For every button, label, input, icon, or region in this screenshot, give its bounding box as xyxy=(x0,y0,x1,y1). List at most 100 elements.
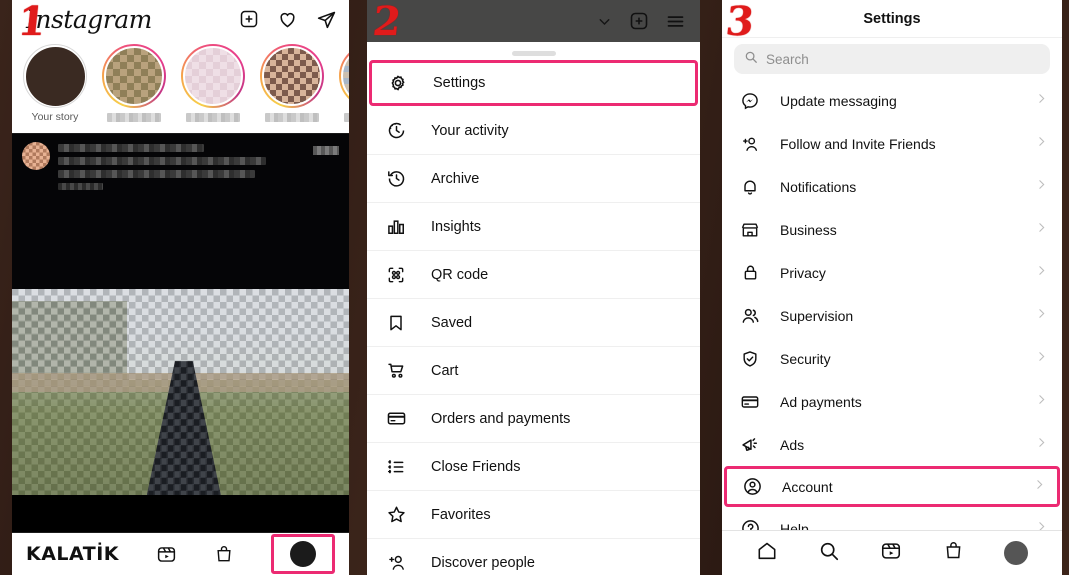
menu-item-label: Insights xyxy=(431,218,481,235)
post-footer xyxy=(12,495,349,532)
settings-item-label: Supervision xyxy=(780,307,854,324)
story-item[interactable] xyxy=(180,42,246,122)
dimmed-header xyxy=(367,0,700,42)
menu-item-label: Your activity xyxy=(431,122,509,139)
panel-instagram-feed: Instagram Your story KALATİK xyxy=(12,0,349,575)
shop-icon[interactable] xyxy=(943,540,964,566)
menu-item-your-activity[interactable]: Your activity xyxy=(367,107,700,155)
avatar xyxy=(262,46,322,106)
add-post-icon[interactable] xyxy=(239,9,259,29)
avatar xyxy=(341,46,349,106)
story-label xyxy=(186,113,240,122)
search-placeholder: Search xyxy=(766,51,809,67)
story-item[interactable] xyxy=(101,42,167,122)
settings-item-ad-payments[interactable]: Ad payments xyxy=(722,380,1062,423)
menu-item-favorites[interactable]: Favorites xyxy=(367,491,700,539)
stories-tray[interactable]: Your story xyxy=(12,38,349,134)
story-ring xyxy=(102,44,166,108)
settings-item-account[interactable]: Account xyxy=(724,466,1060,507)
gear-icon xyxy=(385,73,411,93)
drag-handle[interactable] xyxy=(511,51,556,56)
reels-icon[interactable] xyxy=(880,540,902,567)
settings-item-label: Ad payments xyxy=(780,393,862,410)
settings-item-ads[interactable]: Ads xyxy=(722,423,1062,466)
person-plus-icon xyxy=(383,552,409,573)
search-icon xyxy=(744,50,758,69)
story-item[interactable] xyxy=(259,42,325,122)
chevron-right-icon xyxy=(1033,478,1046,496)
story-ring xyxy=(23,44,87,108)
menu-item-settings[interactable]: Settings xyxy=(369,60,698,106)
account-circle-icon xyxy=(740,476,764,497)
add-post-icon[interactable] xyxy=(629,11,649,31)
profile-avatar[interactable] xyxy=(289,541,316,567)
settings-item-security[interactable]: Security xyxy=(722,337,1062,380)
bottom-nav-bar xyxy=(722,530,1062,575)
post-meta-blurred xyxy=(313,146,339,155)
menu-item-orders-and-payments[interactable]: Orders and payments xyxy=(367,395,700,443)
messenger-send-icon[interactable] xyxy=(316,9,337,30)
menu-item-close-friends[interactable]: Close Friends xyxy=(367,443,700,491)
chevron-right-icon xyxy=(1035,393,1048,411)
menu-item-cart[interactable]: Cart xyxy=(367,347,700,395)
panel-settings: Settings Search Update messaging Follow … xyxy=(722,0,1062,575)
settings-item-follow-and-invite-friends[interactable]: Follow and Invite Friends xyxy=(722,122,1062,165)
chevron-down-icon[interactable] xyxy=(596,13,613,30)
chevron-right-icon xyxy=(1035,436,1048,454)
menu-item-insights[interactable]: Insights xyxy=(367,203,700,251)
shield-check-icon xyxy=(738,349,762,369)
menu-item-label: Orders and payments xyxy=(431,410,571,427)
archive-history-icon xyxy=(383,168,409,189)
settings-item-update-messaging[interactable]: Update messaging xyxy=(722,79,1062,122)
search-icon[interactable] xyxy=(818,540,840,567)
screenshot-stage: Instagram Your story KALATİK Settings Yo… xyxy=(0,0,1069,575)
avatar xyxy=(25,46,85,106)
story-item[interactable] xyxy=(338,42,349,122)
search-input[interactable]: Search xyxy=(734,44,1050,74)
menu-item-qr-code[interactable]: QR code xyxy=(367,251,700,299)
shopping-cart-icon xyxy=(383,360,409,381)
top-bar-actions xyxy=(239,9,337,30)
settings-item-label: Security xyxy=(780,350,831,367)
chevron-right-icon xyxy=(1035,350,1048,368)
story-item-your-story[interactable]: Your story xyxy=(22,42,88,123)
chevron-right-icon xyxy=(1035,135,1048,153)
instagram-logo: Instagram xyxy=(26,4,152,34)
people-icon xyxy=(738,305,762,326)
menu-item-discover-people[interactable]: Discover people xyxy=(367,539,700,575)
chevron-right-icon xyxy=(1035,92,1048,110)
home-icon[interactable] xyxy=(756,540,778,567)
shop-icon[interactable] xyxy=(214,544,234,564)
menu-item-label: QR code xyxy=(431,266,489,283)
settings-item-label: Business xyxy=(780,221,837,238)
menu-item-archive[interactable]: Archive xyxy=(367,155,700,203)
settings-item-label: Ads xyxy=(780,436,805,453)
settings-item-privacy[interactable]: Privacy xyxy=(722,251,1062,294)
menu-item-label: Favorites xyxy=(431,506,491,523)
menu-item-label: Settings xyxy=(433,75,486,91)
story-ring xyxy=(339,44,349,108)
settings-item-business[interactable]: Business xyxy=(722,208,1062,251)
bar-chart-icon xyxy=(383,217,409,237)
page-title: Settings xyxy=(863,10,921,27)
hamburger-menu-icon[interactable] xyxy=(665,11,686,32)
story-label xyxy=(265,113,319,122)
person-plus-icon xyxy=(738,134,762,154)
profile-avatar-highlight[interactable] xyxy=(270,534,335,574)
menu-item-saved[interactable]: Saved xyxy=(367,299,700,347)
reels-icon[interactable] xyxy=(156,544,177,565)
settings-header: Settings xyxy=(722,0,1062,38)
profile-avatar[interactable] xyxy=(1003,541,1028,565)
heart-icon[interactable] xyxy=(277,9,298,30)
search-container: Search xyxy=(722,38,1062,79)
settings-item-notifications[interactable]: Notifications xyxy=(722,165,1062,208)
avatar xyxy=(183,46,243,106)
storefront-icon xyxy=(738,220,762,240)
star-list-icon xyxy=(383,457,409,477)
instagram-top-bar: Instagram xyxy=(12,0,349,38)
settings-item-label: Notifications xyxy=(780,178,857,195)
menu-item-label: Saved xyxy=(431,314,473,331)
settings-item-supervision[interactable]: Supervision xyxy=(722,294,1062,337)
settings-item-label: Update messaging xyxy=(780,92,897,109)
chevron-right-icon xyxy=(1035,178,1048,196)
